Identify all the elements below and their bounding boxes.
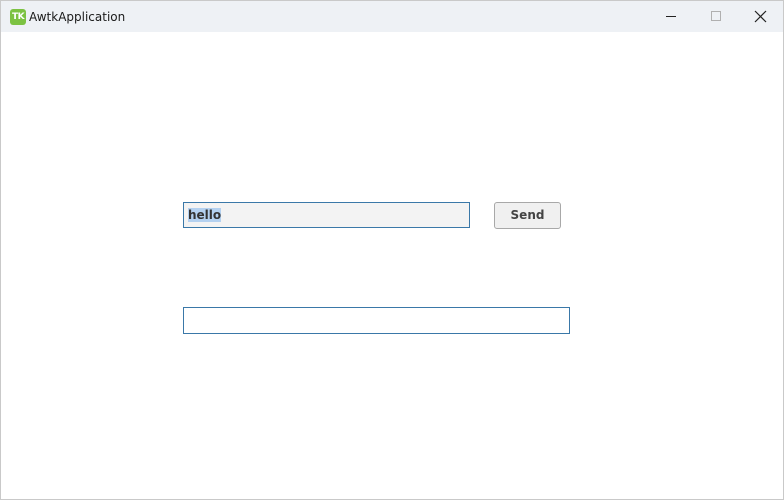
client-area: hello Send <box>1 32 783 499</box>
app-logo-icon: TK <box>10 9 26 25</box>
title-bar[interactable]: TK AwtkApplication <box>1 1 783 32</box>
app-window: TK AwtkApplication hello Send <box>0 0 784 500</box>
close-button[interactable] <box>738 1 783 32</box>
output-input[interactable] <box>183 307 570 334</box>
minimize-icon <box>666 16 676 17</box>
minimize-button[interactable] <box>649 1 694 32</box>
window-title: AwtkApplication <box>29 10 126 24</box>
close-icon <box>754 10 767 23</box>
maximize-button[interactable] <box>693 1 738 32</box>
maximize-icon <box>711 11 721 21</box>
send-button[interactable]: Send <box>494 202 561 229</box>
selected-text: hello <box>188 208 222 222</box>
message-input[interactable]: hello <box>183 202 470 228</box>
